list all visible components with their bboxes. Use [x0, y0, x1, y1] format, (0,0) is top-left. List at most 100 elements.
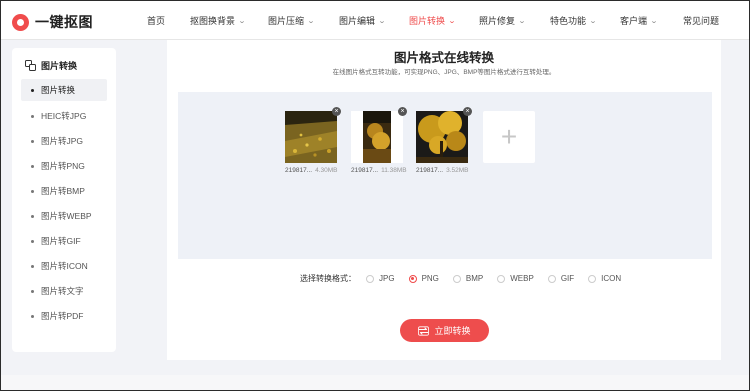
convert-icon	[25, 60, 36, 71]
chevron-down-icon: ⌄	[377, 17, 387, 25]
nav-label: 图片转换	[409, 16, 446, 26]
format-option-icon[interactable]: ICON	[588, 274, 621, 283]
nav-label: 图片编辑	[339, 16, 376, 26]
sidebar-item-label: 图片转JPG	[41, 136, 84, 146]
main-panel: 图片格式在线转换 在线图片格式互转功能，可实现PNG、JPG、BMP等图片格式进…	[167, 40, 721, 360]
sidebar-item-to-png[interactable]: 图片转PNG	[21, 155, 107, 177]
sidebar-item-to-gif[interactable]: 图片转GIF	[21, 230, 107, 252]
format-label: 选择转换格式：	[300, 274, 356, 283]
sidebar-item-to-webp[interactable]: 图片转WEBP	[21, 205, 107, 227]
sidebar-item-convert[interactable]: 图片转换	[21, 79, 107, 101]
sidebar-item-label: 图片转GIF	[41, 236, 81, 246]
plus-icon: +	[500, 121, 518, 152]
nav-home[interactable]: 首页	[147, 14, 165, 27]
page-subtitle: 在线图片格式互转功能，可实现PNG、JPG、BMP等图片格式进行互转处理。	[332, 69, 556, 76]
sidebar-heading: 图片转换	[25, 59, 77, 72]
photo-thumbnail-image	[351, 111, 403, 163]
format-option-png[interactable]: PNG	[408, 274, 439, 283]
format-option-label: PNG	[421, 274, 439, 283]
convert-arrows-icon	[418, 325, 430, 336]
file-name: 219817...	[416, 167, 444, 174]
radio-icon[interactable]	[366, 274, 374, 283]
format-option-label: JPG	[379, 274, 395, 283]
file-size: 11.38MB	[381, 167, 407, 174]
file-thumbnail[interactable]: ×	[351, 107, 407, 163]
nav-label: 常见问题	[683, 16, 720, 26]
bullet-icon	[31, 164, 34, 168]
sidebar-item-heic-jpg[interactable]: HEIC转JPG	[21, 105, 107, 127]
sidebar-item-to-jpg[interactable]: 图片转JPG	[21, 130, 107, 152]
file-label: 219817... 3.52MB	[416, 167, 469, 174]
file-name: 219817...	[351, 167, 379, 174]
bullet-icon	[31, 189, 34, 193]
radio-icon[interactable]	[452, 274, 461, 283]
remove-file-icon[interactable]: ×	[463, 107, 472, 116]
file-size: 4.30MB	[315, 167, 338, 174]
bullet-icon	[31, 289, 34, 293]
chevron-down-icon: ⌄	[447, 17, 457, 25]
convert-now-label: 立即转换	[434, 326, 471, 336]
format-option-label: WEBP	[510, 274, 534, 283]
bullet-icon	[31, 114, 34, 118]
nav-client[interactable]: 客户端 ⌄	[620, 14, 659, 27]
sidebar-item-label: 图片转ICON	[41, 261, 88, 271]
remove-file-icon[interactable]: ×	[398, 107, 407, 116]
chevron-down-icon: ⌄	[649, 17, 659, 25]
logo-icon	[12, 13, 29, 31]
chevron-down-icon: ⌄	[588, 17, 598, 25]
brand-name: 一键抠图	[35, 14, 93, 30]
file-label: 219817... 4.30MB	[285, 167, 338, 174]
sidebar-item-to-text[interactable]: 图片转文字	[21, 280, 107, 302]
nav-features[interactable]: 特色功能 ⌄	[550, 14, 598, 27]
sidebar: 图片转换 图片转换 HEIC转JPG 图片转JPG 图片转PNG 图片转BMP …	[12, 48, 116, 352]
file-label: 219817... 11.38MB	[351, 167, 407, 174]
file-thumbnail[interactable]: ×	[285, 107, 341, 163]
convert-now-button[interactable]: 立即转换	[400, 319, 489, 342]
radio-icon[interactable]	[547, 274, 556, 283]
brand-logo[interactable]: 一键抠图	[12, 12, 93, 32]
nav-label: 抠图换背景	[190, 16, 236, 26]
nav-label: 首页	[147, 16, 166, 26]
format-option-label: GIF	[560, 274, 575, 283]
radio-icon[interactable]	[588, 274, 597, 283]
format-option-jpg[interactable]: JPG	[366, 274, 395, 283]
nav-label: 图片压缩	[268, 16, 305, 26]
chevron-down-icon: ⌄	[306, 17, 316, 25]
bullet-icon	[31, 264, 34, 268]
radio-icon[interactable]	[497, 274, 506, 283]
nav-convert[interactable]: 图片转换 ⌄	[409, 14, 457, 27]
top-navbar: 一键抠图 首页 抠图换背景 ⌄ 图片压缩 ⌄ 图片编辑 ⌄ 图片转换 ⌄ 照片修复 ⌄ 特…	[1, 1, 749, 40]
sidebar-item-label: 图片转PDF	[41, 311, 84, 321]
nav-cutout[interactable]: 抠图换背景 ⌄	[190, 14, 247, 27]
bullet-icon	[31, 314, 34, 318]
radio-selected-icon[interactable]	[408, 274, 417, 283]
sidebar-item-label: 图片转WEBP	[41, 211, 92, 221]
format-option-gif[interactable]: GIF	[547, 274, 575, 283]
chevron-down-icon: ⌄	[517, 17, 527, 25]
sidebar-item-label: 图片转BMP	[41, 186, 85, 196]
nav-compress[interactable]: 图片压缩 ⌄	[268, 14, 316, 27]
remove-file-icon[interactable]: ×	[332, 107, 341, 116]
upload-dropzone[interactable]: × 219817... 4.30MB × 219817... 11.38MB ×…	[178, 92, 712, 259]
format-selector: 选择转换格式： JPG PNG BMP WEBP GIF ICON	[300, 273, 635, 284]
format-option-label: BMP	[465, 274, 484, 283]
file-size: 3.52MB	[446, 167, 469, 174]
sidebar-item-to-pdf[interactable]: 图片转PDF	[21, 305, 107, 327]
nav-faq[interactable]: 常见问题	[683, 14, 719, 27]
sidebar-item-to-bmp[interactable]: 图片转BMP	[21, 180, 107, 202]
format-option-label: ICON	[601, 274, 622, 283]
sidebar-item-to-icon[interactable]: 图片转ICON	[21, 255, 107, 277]
nav-label: 特色功能	[550, 16, 587, 26]
page-title: 图片格式在线转换	[393, 51, 494, 65]
footer-strip	[1, 375, 749, 390]
add-file-button[interactable]: +	[483, 111, 535, 163]
sidebar-item-label: 图片转文字	[41, 286, 84, 296]
chevron-down-icon: ⌄	[237, 17, 247, 25]
format-option-bmp[interactable]: BMP	[452, 274, 484, 283]
file-thumbnail[interactable]: ×	[416, 107, 472, 163]
photo-thumbnail-image	[416, 111, 468, 163]
sidebar-heading-label: 图片转换	[41, 61, 78, 71]
format-option-webp[interactable]: WEBP	[497, 274, 534, 283]
nav-edit[interactable]: 图片编辑 ⌄	[339, 14, 387, 27]
nav-repair[interactable]: 照片修复 ⌄	[479, 14, 527, 27]
